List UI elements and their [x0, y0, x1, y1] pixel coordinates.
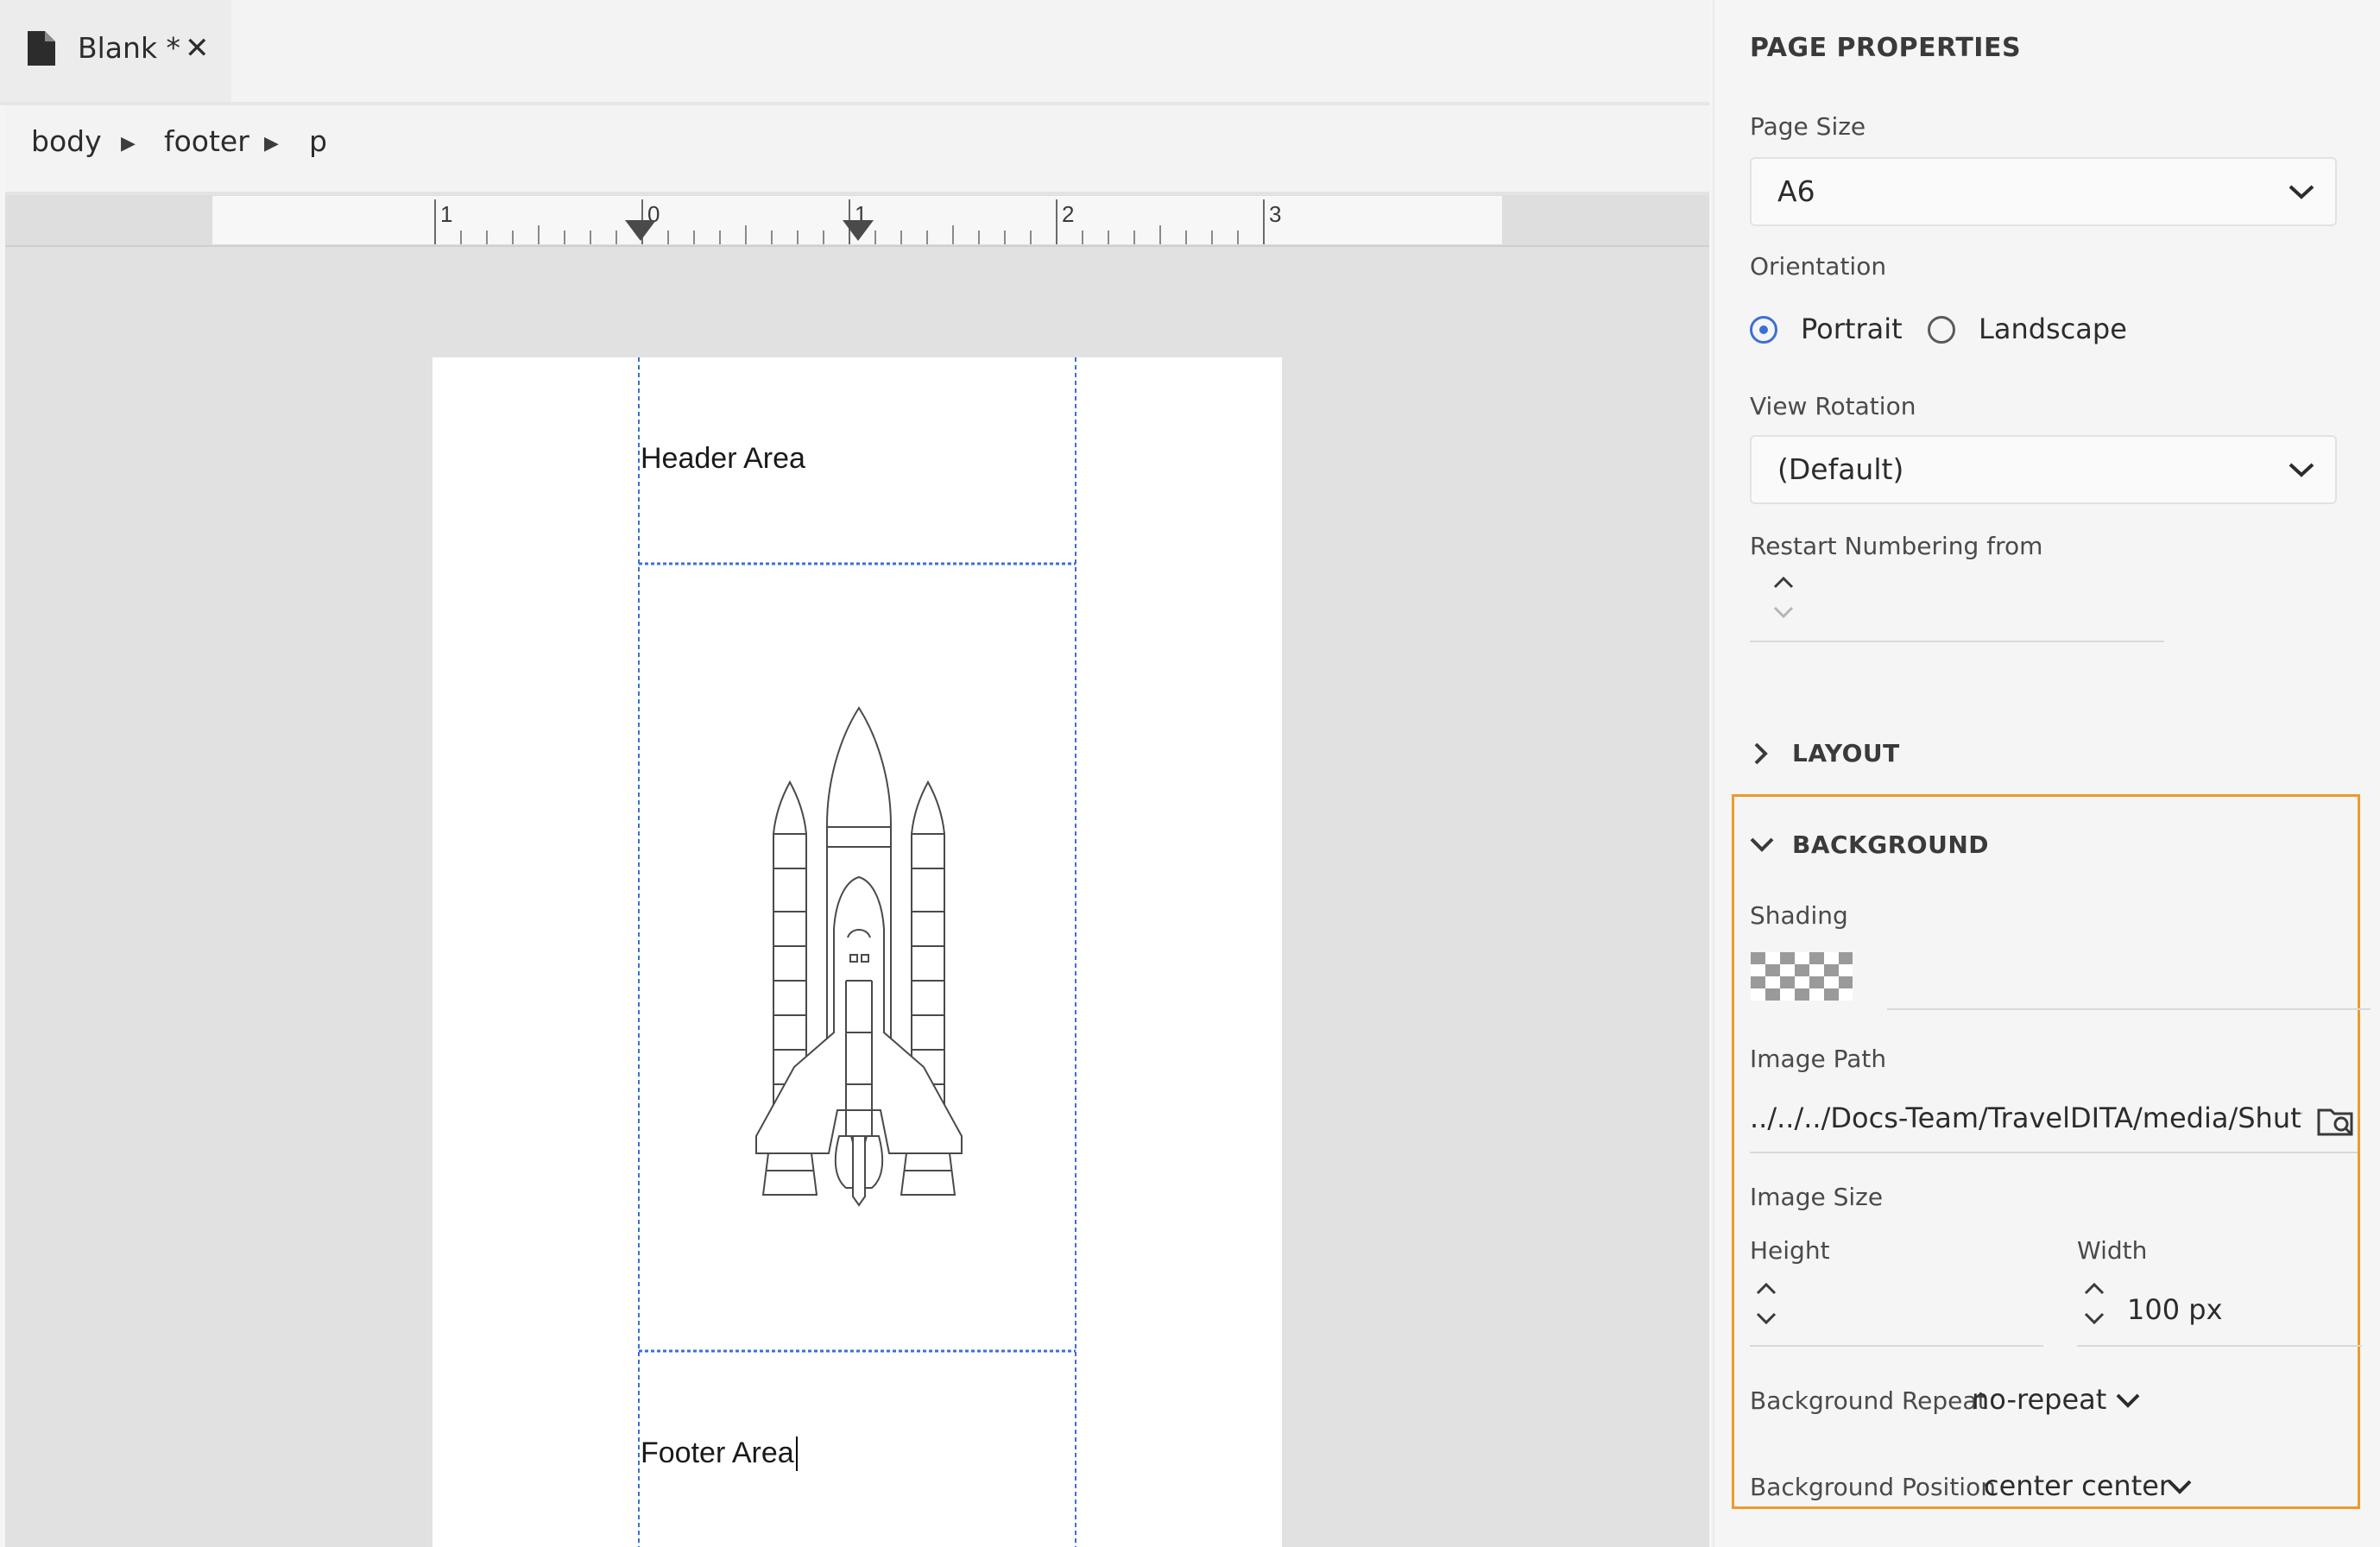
text-caret: [796, 1436, 798, 1471]
shading-swatch[interactable]: [1751, 952, 1853, 1001]
chevron-down-icon[interactable]: [2115, 1392, 2141, 1409]
width-stepper[interactable]: [2082, 1279, 2106, 1328]
landscape-label[interactable]: Landscape: [1979, 313, 2127, 345]
background-position-label: Background Position: [1750, 1473, 1996, 1501]
chevron-right-icon[interactable]: [1752, 741, 1770, 767]
page-size-value: A6: [1777, 174, 1815, 208]
chevron-down-icon[interactable]: [2167, 1478, 2193, 1495]
browse-folder-icon[interactable]: [2317, 1103, 2357, 1138]
shading-label: Shading: [1750, 901, 1848, 930]
page-size-dropdown[interactable]: A6: [1750, 157, 2337, 226]
chevron-down-icon: [2288, 185, 2314, 199]
view-rotation-dropdown[interactable]: (Default): [1750, 435, 2337, 504]
width-underline: [2077, 1345, 2362, 1347]
image-path-label: Image Path: [1750, 1045, 1887, 1073]
restart-numbering-underline: [1750, 641, 2164, 642]
image-size-label: Image Size: [1750, 1183, 1884, 1211]
width-input[interactable]: 100 px: [2127, 1293, 2223, 1326]
height-underline: [1750, 1345, 2043, 1347]
portrait-label[interactable]: Portrait: [1801, 313, 1903, 345]
space-shuttle-image[interactable]: [742, 704, 975, 1214]
footer-area-text[interactable]: Footer Area: [641, 1436, 794, 1470]
background-repeat-value[interactable]: no-repeat: [1972, 1383, 2106, 1416]
background-repeat-label: Background Repeat: [1750, 1386, 1987, 1415]
chevron-down-icon: [2288, 463, 2314, 477]
header-area-text[interactable]: Header Area: [641, 442, 805, 476]
height-stepper[interactable]: [1754, 1279, 1778, 1328]
restart-numbering-label: Restart Numbering from: [1750, 532, 2043, 560]
layout-section-header[interactable]: LAYOUT: [1792, 739, 1900, 767]
portrait-radio[interactable]: [1750, 316, 1777, 344]
view-rotation-value: (Default): [1777, 452, 1904, 486]
chevron-down-icon[interactable]: [1749, 836, 1775, 853]
orientation-label: Orientation: [1750, 252, 1887, 281]
background-section-header[interactable]: BACKGROUND: [1792, 830, 1989, 859]
height-label: Height: [1750, 1236, 1830, 1265]
background-position-value[interactable]: center center: [1984, 1469, 2170, 1502]
shading-underline: [1887, 1008, 2371, 1010]
view-rotation-label: View Rotation: [1750, 392, 1916, 420]
width-label: Width: [2077, 1236, 2148, 1265]
page-size-label: Page Size: [1750, 112, 1866, 141]
image-path-underline: [1750, 1152, 2358, 1153]
landscape-radio[interactable]: [1928, 316, 1955, 344]
image-path-input[interactable]: ../../../Docs-Team/TravelDITA/media/Shut…: [1750, 1102, 2302, 1134]
restart-numbering-stepper[interactable]: [1771, 573, 1796, 622]
panel-title: PAGE PROPERTIES: [1750, 33, 2022, 63]
